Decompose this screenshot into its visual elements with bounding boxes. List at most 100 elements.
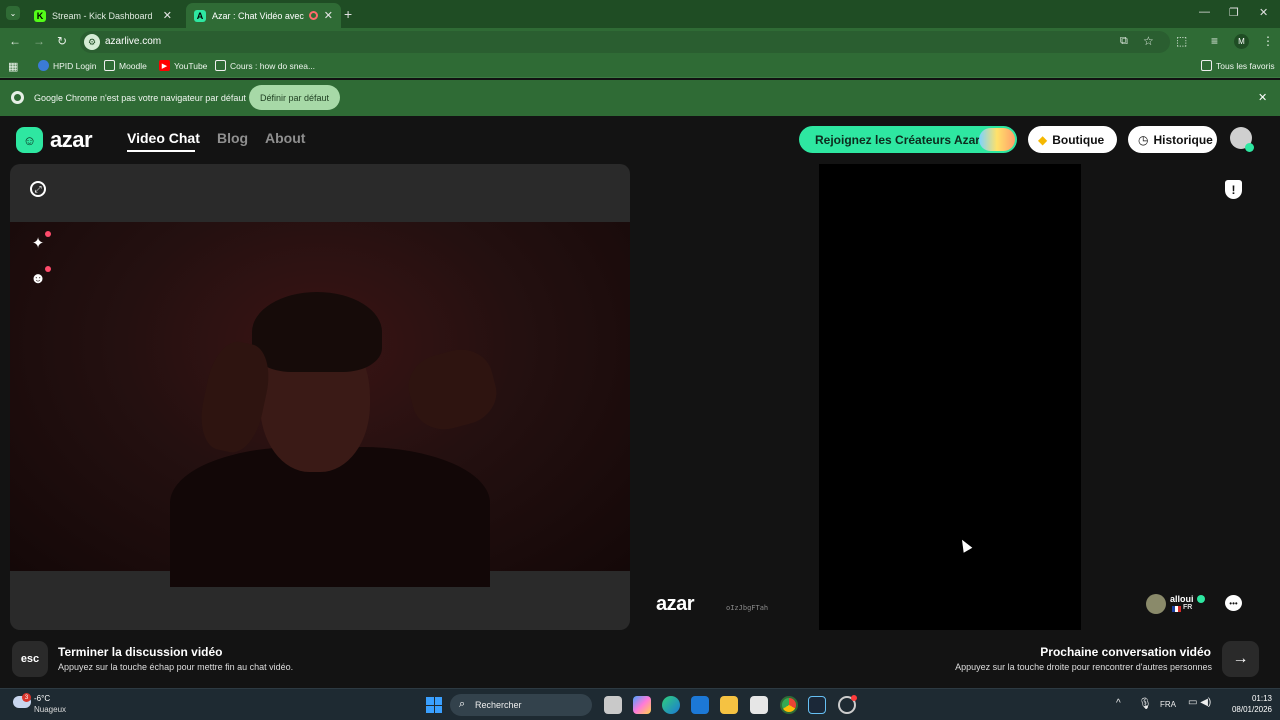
peer-name[interactable]: alloui <box>1170 594 1194 604</box>
chat-bubble-button[interactable]: ••• <box>1225 595 1242 611</box>
store-icon[interactable] <box>750 696 768 714</box>
next-call-hint: Appuyez sur la touche droite pour rencon… <box>955 662 1212 672</box>
weather-alert-badge: 3 <box>22 693 31 702</box>
report-shield-icon[interactable]: ! <box>1225 180 1242 199</box>
chrome-taskbar-icon[interactable] <box>780 696 798 714</box>
notification-dot <box>45 231 51 237</box>
page-icon <box>215 60 226 71</box>
recording-dot-icon <box>851 695 857 701</box>
recording-icon <box>308 11 318 20</box>
bookmark-moodle[interactable]: Moodle <box>104 60 147 71</box>
history-button[interactable]: ◷ Historique <box>1128 126 1217 153</box>
join-creators-label: Rejoignez les Créateurs Azar <box>815 132 980 147</box>
tab-strip: ⌄ K Stream - Kick Dashboard ✕ A Azar : C… <box>0 0 1280 28</box>
network-volume-icon[interactable]: ▭ ◀) <box>1188 697 1211 708</box>
session-id: oIzJbgFTah <box>726 604 769 612</box>
youtube-icon: ▶ <box>159 60 170 71</box>
person-hair <box>252 292 382 372</box>
file-explorer-icon[interactable] <box>720 696 738 714</box>
nav-blog[interactable]: Blog <box>217 130 248 146</box>
shop-button[interactable]: ◆ Boutique <box>1028 126 1117 153</box>
remote-video-feed <box>819 164 1081 630</box>
bookmark-hpid[interactable]: HPID Login <box>38 60 96 71</box>
bookmark-cours[interactable]: Cours : how do snea... <box>215 60 315 71</box>
weather-temp[interactable]: -6°C <box>34 694 50 703</box>
all-bookmarks[interactable]: Tous les favoris <box>1201 60 1275 71</box>
copilot-icon[interactable] <box>633 696 651 714</box>
new-tab-button[interactable]: + <box>344 6 352 22</box>
notification-dot <box>45 266 51 272</box>
install-app-icon[interactable]: ⧉ <box>1120 35 1128 48</box>
next-call-button[interactable]: → <box>1222 641 1259 677</box>
reading-list-icon[interactable]: ≡ <box>1211 34 1218 48</box>
tab-title: Stream - Kick Dashboard <box>52 10 153 21</box>
bookmarks-bar: ▦ HPID Login Moodle ▶ YouTube Cours : how… <box>0 56 1280 78</box>
tab-title: Azar : Chat Vidéo avec de n <box>212 10 306 21</box>
end-call-hint: Appuyez sur la touche échap pour mettre … <box>58 662 294 672</box>
windows-taskbar: 3 -6°C Nuageux ⌕ Rechercher ^ 🎙 FRA ▭ ◀)… <box>0 688 1280 720</box>
apps-grid-icon[interactable]: ▦ <box>8 60 18 73</box>
bookmark-star-icon[interactable]: ☆ <box>1143 34 1154 48</box>
tab-search-chevron-icon[interactable]: ⌄ <box>6 6 20 20</box>
browser-toolbar: ← → ↻ ⚙ azarlive.com ⧉ ☆ ⬚ ≡ M ⋮ <box>0 28 1280 56</box>
clock-date[interactable]: 08/01/2026 <box>1217 705 1272 714</box>
bookmark-label: YouTube <box>174 60 208 71</box>
tray-chevron-up-icon[interactable]: ^ <box>1116 698 1121 709</box>
menu-icon[interactable]: ⋮ <box>1262 34 1274 48</box>
taskbar-search-input[interactable]: ⌕ Rechercher <box>450 694 592 716</box>
azar-logo[interactable]: ☺ azar <box>16 127 93 153</box>
expand-icon[interactable]: ⤢ <box>30 181 46 197</box>
bookmark-label: Cours : how do snea... <box>230 60 316 71</box>
person-hand-right <box>401 342 504 437</box>
address-bar[interactable]: ⚙ azarlive.com ⧉ ☆ <box>80 31 1170 53</box>
clock-icon: ◷ <box>1138 132 1149 147</box>
logo-text: azar <box>50 127 93 152</box>
bookmark-label: HPID Login <box>53 60 97 71</box>
tab-azar[interactable]: A Azar : Chat Vidéo avec de n ✕ <box>186 3 341 28</box>
clock-time[interactable]: 01:13 <box>1227 694 1272 703</box>
minimize-icon[interactable]: — <box>1199 6 1210 18</box>
nav-video-chat[interactable]: Video Chat <box>127 130 200 146</box>
end-call-key-button[interactable]: esc <box>12 641 48 677</box>
forward-icon[interactable]: → <box>33 34 45 48</box>
nav-about[interactable]: About <box>265 130 305 146</box>
task-view-icon[interactable] <box>604 696 622 714</box>
site-info-icon[interactable]: ⚙ <box>84 34 100 50</box>
bookmark-youtube[interactable]: ▶ YouTube <box>159 60 207 71</box>
set-default-button[interactable]: Définir par défaut <box>249 85 340 110</box>
steam-icon[interactable] <box>808 696 826 714</box>
profile-icon[interactable]: M <box>1234 34 1249 49</box>
restore-icon[interactable]: ❐ <box>1229 6 1239 19</box>
reload-icon[interactable]: ↻ <box>57 34 67 48</box>
edge-icon[interactable] <box>662 696 680 714</box>
creators-art-icon <box>979 128 1015 151</box>
input-language[interactable]: FRA <box>1160 700 1176 709</box>
weather-condition[interactable]: Nuageux <box>34 705 66 714</box>
history-label: Historique <box>1153 132 1213 147</box>
close-tab-icon[interactable]: ✕ <box>163 9 172 22</box>
close-tab-icon[interactable]: ✕ <box>324 9 333 22</box>
search-placeholder: Rechercher <box>475 700 522 710</box>
join-creators-button[interactable]: Rejoignez les Créateurs Azar <box>799 126 1017 153</box>
call-controls-bar: esc Terminer la discussion vidéo Appuyez… <box>0 636 1280 688</box>
person-hand-left <box>194 336 276 458</box>
kick-icon: K <box>34 9 46 22</box>
microphone-icon[interactable]: 🎙 <box>1138 697 1152 710</box>
outlook-icon[interactable] <box>691 696 709 714</box>
search-icon: ⌕ <box>459 698 466 710</box>
window-close-icon[interactable]: ✕ <box>1259 6 1268 19</box>
next-call-title: Prochaine conversation vidéo <box>1040 645 1211 659</box>
extensions-icon[interactable]: ⬚ <box>1176 34 1187 48</box>
azar-logo-icon: ☺ <box>16 127 43 153</box>
verified-badge-icon <box>1197 595 1205 603</box>
back-icon[interactable]: ← <box>9 34 21 48</box>
azar-watermark: azar <box>656 593 695 615</box>
all-bookmarks-label: Tous les favoris <box>1216 60 1275 71</box>
azar-icon: A <box>194 9 206 22</box>
close-infobar-icon[interactable]: ✕ <box>1258 91 1267 104</box>
end-call-title: Terminer la discussion vidéo <box>58 645 223 659</box>
windows-start-icon[interactable] <box>426 697 442 713</box>
self-video-panel: ⤢ ✦ ☻ <box>10 164 630 630</box>
peer-avatar[interactable] <box>1146 594 1166 614</box>
tab-kick-dashboard[interactable]: K Stream - Kick Dashboard ✕ <box>26 3 180 28</box>
